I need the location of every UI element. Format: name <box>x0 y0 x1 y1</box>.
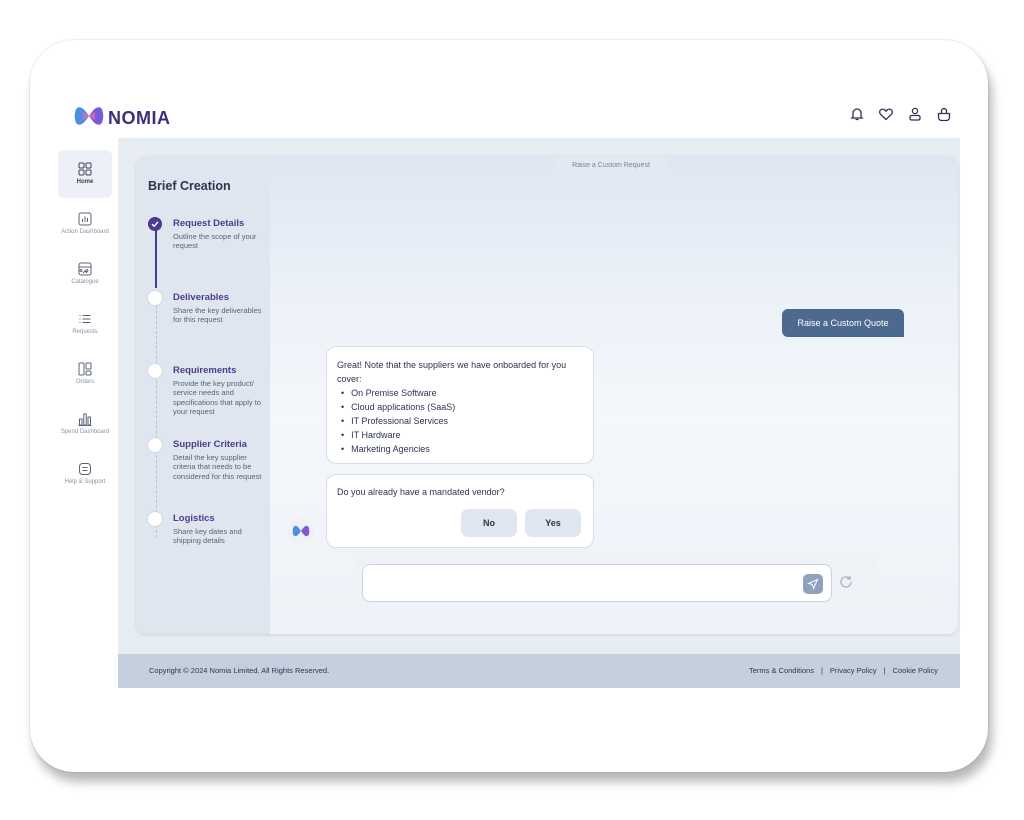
chart-icon <box>78 212 92 226</box>
step-desc: Detail the key supplier criteria that ne… <box>173 453 262 481</box>
terms-link[interactable]: Terms & Conditions <box>749 666 814 675</box>
list-item: Cloud applications (SaaS) <box>337 400 455 414</box>
brief-title: Brief Creation <box>148 179 231 193</box>
step-circle-icon <box>148 364 162 378</box>
cookie-link[interactable]: Cookie Policy <box>893 666 938 675</box>
privacy-link[interactable]: Privacy Policy <box>830 666 877 675</box>
chat-header-tab: Raise a Custom Request <box>554 156 668 176</box>
sidebar-item-label: Orders <box>75 379 95 385</box>
bell-icon[interactable] <box>849 106 865 122</box>
refresh-icon[interactable] <box>838 574 854 590</box>
sidebar-item-spend-dashboard[interactable]: Spend Dashboard <box>58 400 112 448</box>
message-text: Do you already have a mandated vendor? <box>337 487 505 497</box>
step-title: Deliverables <box>173 292 229 303</box>
list-item: IT Professional Services <box>337 414 455 428</box>
sidebar-item-label: Spend Dashboard <box>60 429 110 435</box>
sidebar-item-label: Catalogue <box>71 279 99 285</box>
bot-message-vendor-question: Do you already have a mandated vendor? N… <box>326 474 594 548</box>
user-icon[interactable] <box>907 106 923 122</box>
footer: Copyright © 2024 Nomia Limited. All Righ… <box>118 654 960 688</box>
step-title: Request Details <box>173 218 245 229</box>
nomia-logo-icon <box>74 104 104 133</box>
link-separator: | <box>820 666 823 675</box>
step-desc: Outline the scope of your request <box>173 232 257 251</box>
brief-steps-panel: Brief Creation Request Details Outline t… <box>136 156 270 634</box>
supplier-category-list: On Premise Software Cloud applications (… <box>337 386 455 456</box>
list-item: On Premise Software <box>337 386 455 400</box>
help-icon <box>79 463 91 475</box>
list-icon <box>79 315 91 323</box>
yes-button[interactable]: Yes <box>525 509 581 537</box>
step-title: Requirements <box>173 365 237 376</box>
heart-icon[interactable] <box>878 106 894 122</box>
sidebar-item-action-dashboard[interactable]: Action Dashboard <box>58 200 112 248</box>
orders-icon <box>78 362 92 376</box>
step-desc: Share key dates and shipping details <box>173 527 242 546</box>
step-title: Supplier Criteria <box>173 439 247 450</box>
step-circle-icon <box>148 438 162 452</box>
step-check-icon <box>148 217 162 231</box>
sidebar-item-home[interactable]: Home <box>58 150 112 198</box>
chat-input-bar <box>354 558 878 606</box>
sidebar-item-help-support[interactable]: Help & Support <box>58 450 112 498</box>
sidebar-item-label: Requests <box>72 329 98 335</box>
message-text: Great! Note that the suppliers we have o… <box>337 360 567 384</box>
bag-icon[interactable] <box>936 106 952 122</box>
bar-chart-icon <box>78 413 92 426</box>
sidebar-item-orders[interactable]: Orders <box>58 350 112 398</box>
send-button[interactable] <box>803 574 823 594</box>
nomia-logo-icon <box>292 525 310 537</box>
bot-message-suppliers: Great! Note that the suppliers we have o… <box>326 346 594 464</box>
no-button[interactable]: No <box>461 509 517 537</box>
list-item: IT Hardware <box>337 428 455 442</box>
sidebar-item-label: Home <box>76 179 94 185</box>
copyright-text: Copyright © 2024 Nomia Limited. All Righ… <box>149 666 330 675</box>
sidebar-item-requests[interactable]: Requests <box>58 300 112 348</box>
catalogue-icon <box>78 262 92 276</box>
step-title: Logistics <box>173 513 215 524</box>
step-circle-icon <box>148 291 162 305</box>
sidebar-item-catalogue[interactable]: Catalogue <box>58 250 112 298</box>
sidebar-item-label: Action Dashboard <box>61 229 109 235</box>
step-desc: Share the key deliverables for this requ… <box>173 306 262 325</box>
step-desc: Provide the key product/ service needs a… <box>173 379 261 416</box>
bot-avatar <box>288 518 314 544</box>
top-icon-bar <box>849 106 952 122</box>
step-circle-icon <box>148 512 162 526</box>
brand-name: NOMIA <box>108 108 171 128</box>
request-card: Brief Creation Request Details Outline t… <box>136 156 958 634</box>
sidebar: Home Action Dashboard Catalogue Requests… <box>58 150 114 500</box>
pending-line <box>156 306 157 538</box>
app-frame: NOMIA Home Action Dashboard Catalogue Re… <box>30 40 988 772</box>
brand-logo[interactable]: NOMIA <box>74 104 171 133</box>
grid-icon <box>78 162 92 176</box>
progress-line <box>155 228 157 288</box>
main-area: Brief Creation Request Details Outline t… <box>118 138 960 688</box>
link-separator: | <box>883 666 886 675</box>
sidebar-item-label: Help & Support <box>64 479 106 485</box>
footer-links: Terms & Conditions | Privacy Policy | Co… <box>749 666 938 675</box>
send-icon <box>807 578 819 590</box>
chat-input[interactable] <box>362 564 832 602</box>
raise-custom-quote-button[interactable]: Raise a Custom Quote <box>782 309 904 337</box>
list-item: Marketing Agencies <box>337 442 455 456</box>
